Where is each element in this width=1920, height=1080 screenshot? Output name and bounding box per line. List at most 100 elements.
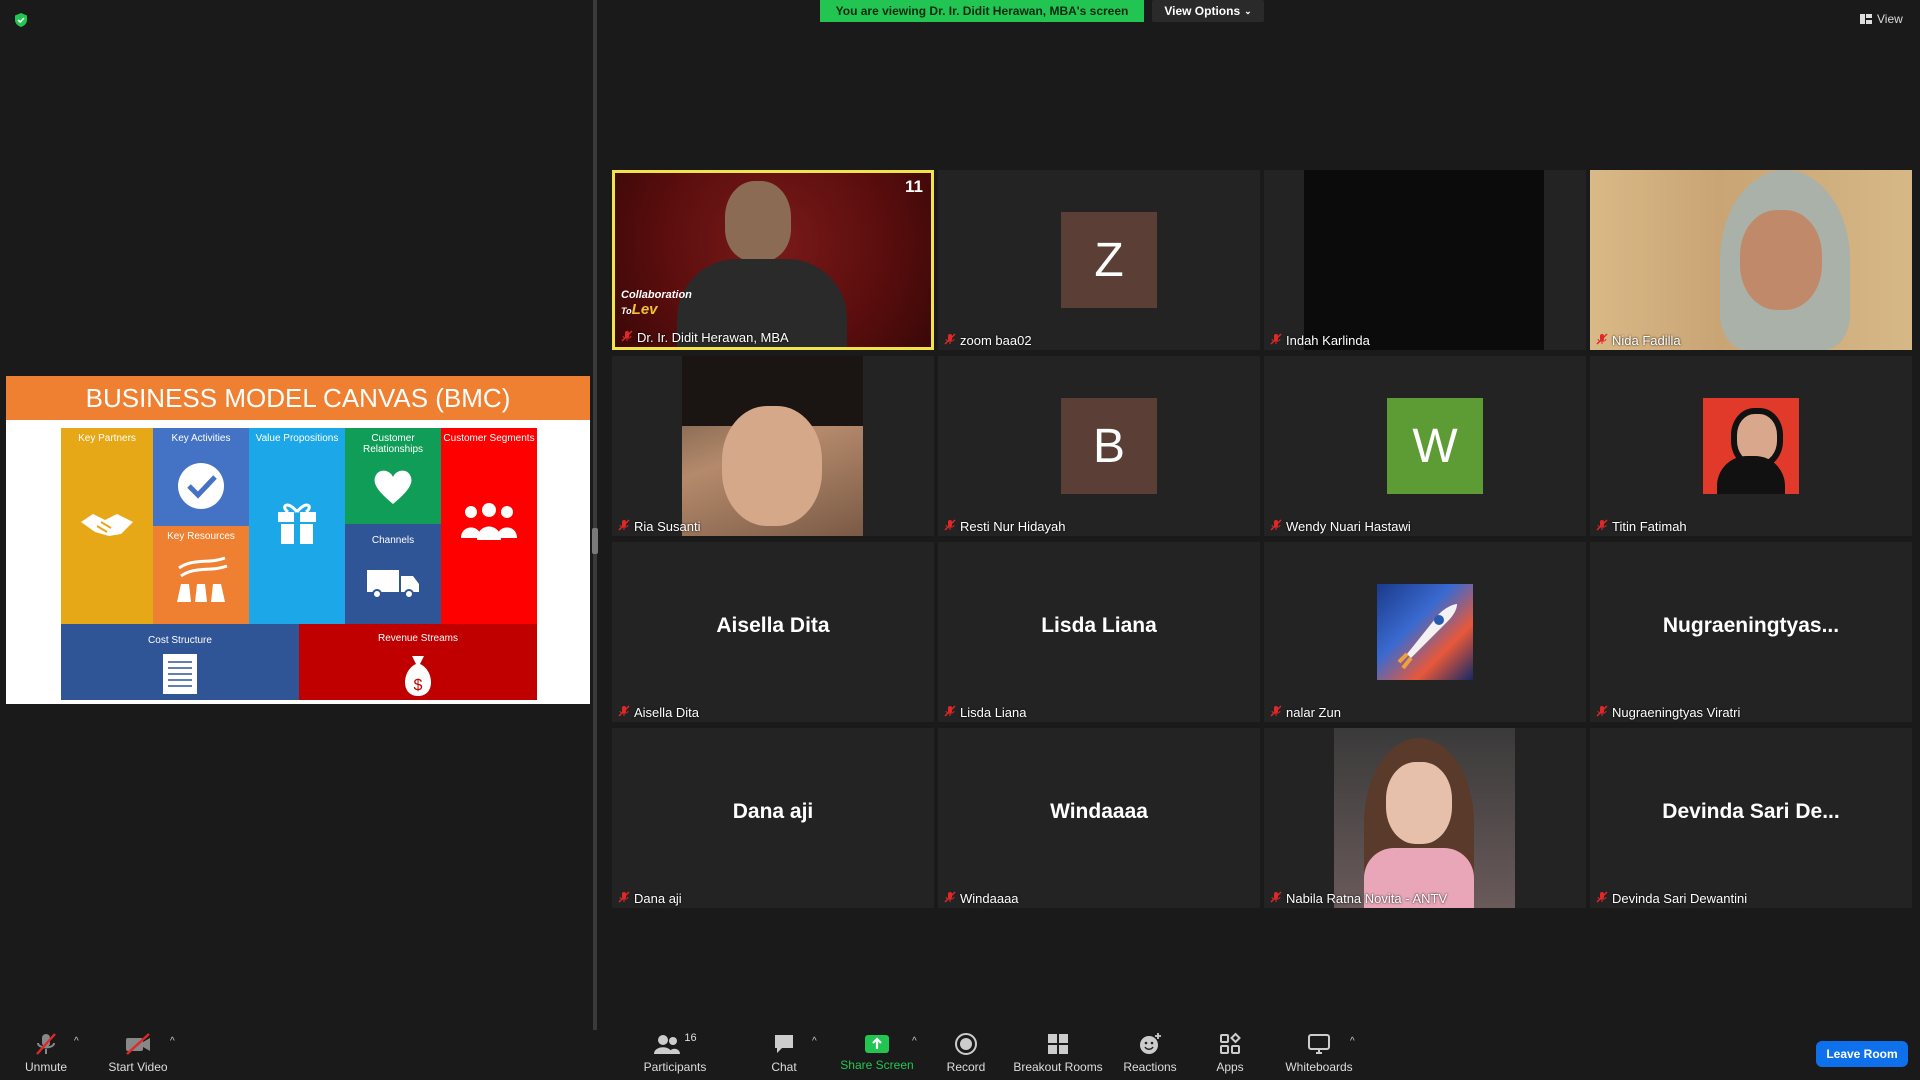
- truck-icon: [367, 570, 419, 599]
- microphone-muted-icon: [618, 705, 630, 720]
- participant-tile[interactable]: Aisella Dita Aisella Dita: [612, 542, 934, 722]
- view-label: View: [1877, 12, 1903, 26]
- microphone-muted-icon: [944, 705, 956, 720]
- participant-tile[interactable]: nalar Zun: [1264, 542, 1586, 722]
- profile-photo: [1703, 398, 1799, 494]
- participant-name-label: zoom baa02: [944, 333, 1032, 348]
- grid-view-icon: [1860, 14, 1872, 24]
- participant-name: Nabila Ratna Novita - ANTV: [1286, 891, 1448, 906]
- chat-bubble-icon: [775, 1035, 793, 1053]
- slide-title: BUSINESS MODEL CANVAS (BMC): [6, 376, 590, 420]
- microphone-muted-icon: [1270, 519, 1282, 534]
- participant-tile[interactable]: Titin Fatimah: [1590, 356, 1912, 536]
- participant-tile[interactable]: Lisda Liana Lisda Liana: [938, 542, 1260, 722]
- customer-segments-label: Customer Segments: [443, 433, 535, 444]
- splitter-handle[interactable]: [592, 528, 598, 554]
- microphone-muted-icon: [944, 519, 956, 534]
- participants-button[interactable]: 16 Participants: [640, 1030, 710, 1080]
- participant-name-label: Dr. Ir. Didit Herawan, MBA: [621, 330, 789, 345]
- share-screen-button[interactable]: Share Screen: [840, 1030, 914, 1080]
- microphone-muted-icon: [618, 519, 630, 534]
- money-bag-icon: $: [405, 656, 431, 696]
- participant-tile[interactable]: Ria Susanti: [612, 356, 934, 536]
- participant-tile[interactable]: Dana aji Dana aji: [612, 728, 934, 908]
- breakout-rooms-button[interactable]: Breakout Rooms: [1013, 1030, 1103, 1080]
- participant-tile[interactable]: Nida Fadilla: [1590, 170, 1912, 350]
- video-feed: Collaboration ToLev 11: [615, 173, 931, 347]
- participant-tile[interactable]: Collaboration ToLev 11 Dr. Ir. Didit Hera…: [612, 170, 934, 350]
- participant-name: Devinda Sari Dewantini: [1612, 891, 1748, 906]
- overlay-text: Collaboration ToLev: [621, 289, 692, 318]
- microphone-muted-icon: [1270, 333, 1282, 348]
- start-video-button[interactable]: Start Video: [106, 1030, 170, 1080]
- video-feed: [1304, 170, 1544, 350]
- reactions-button[interactable]: Reactions: [1122, 1030, 1178, 1080]
- avatar: W: [1387, 398, 1483, 494]
- share-options-caret-icon[interactable]: ^: [912, 1036, 917, 1047]
- participant-tile[interactable]: Nabila Ratna Novita - ANTV: [1264, 728, 1586, 908]
- participant-tile[interactable]: Z zoom baa02: [938, 170, 1260, 350]
- unmute-label: Unmute: [24, 1060, 68, 1074]
- anniversary-badge: 11: [905, 177, 923, 196]
- whiteboards-options-caret-icon[interactable]: ^: [1350, 1036, 1355, 1047]
- bmc-revenue-streams: Revenue Streams $: [299, 624, 537, 700]
- video-feed: [682, 356, 863, 536]
- view-button[interactable]: View: [1860, 10, 1903, 28]
- participant-tile[interactable]: W Wendy Nuari Hastawi: [1264, 356, 1586, 536]
- revenue-streams-label: Revenue Streams: [377, 633, 459, 644]
- avatar: B: [1061, 398, 1157, 494]
- participant-name-label: Resti Nur Hidayah: [944, 519, 1066, 534]
- record-button[interactable]: Record: [946, 1030, 986, 1080]
- chat-label: Chat: [771, 1060, 797, 1074]
- apps-icon: [1220, 1032, 1241, 1054]
- participant-name-label: Nida Fadilla: [1596, 333, 1681, 348]
- checkmark-circle-icon: [178, 463, 224, 509]
- people-group-icon: [461, 503, 517, 540]
- participant-tile[interactable]: Devinda Sari De... Devinda Sari Dewantin…: [1590, 728, 1912, 908]
- microphone-muted-icon: [944, 333, 956, 348]
- cost-structure-label: Cost Structure: [148, 635, 212, 646]
- view-options-button[interactable]: View Options ⌄: [1152, 0, 1264, 22]
- microphone-muted-icon: [1270, 705, 1282, 720]
- whiteboards-label: Whiteboards: [1285, 1060, 1353, 1074]
- participant-name: Dana aji: [634, 891, 682, 906]
- participant-tile[interactable]: B Resti Nur Hidayah: [938, 356, 1260, 536]
- participant-name: Resti Nur Hidayah: [960, 519, 1066, 534]
- microphone-muted-icon: [1596, 519, 1608, 534]
- breakout-rooms-label: Breakout Rooms: [1013, 1060, 1103, 1074]
- video-options-caret-icon[interactable]: ^: [170, 1036, 175, 1047]
- audio-options-caret-icon[interactable]: ^: [74, 1036, 79, 1047]
- rocket-icon: [1397, 604, 1457, 670]
- participant-name: Aisella Dita: [634, 705, 700, 720]
- value-propositions-label: Value Propositions: [255, 433, 339, 444]
- microphone-muted-icon: [1270, 891, 1282, 906]
- whiteboards-button[interactable]: Whiteboards: [1282, 1030, 1356, 1080]
- participants-count: 16: [684, 1032, 697, 1044]
- panel-splitter[interactable]: [593, 0, 597, 1030]
- participant-tile[interactable]: Nugraeningtyas... Nugraeningtyas Viratri: [1590, 542, 1912, 722]
- viewing-screen-banner: You are viewing Dr. Ir. Didit Herawan, M…: [820, 0, 1144, 22]
- participant-tile[interactable]: Windaaaa Windaaaa: [938, 728, 1260, 908]
- microphone-muted-icon: [1596, 705, 1608, 720]
- apps-button[interactable]: Apps: [1212, 1030, 1248, 1080]
- bmc-key-resources: Key Resources: [153, 526, 249, 624]
- key-resources-label: Key Resources: [167, 531, 235, 542]
- person-silhouette: [725, 181, 791, 261]
- participant-name: Lisda Liana: [960, 705, 1027, 720]
- participant-name-label: Nugraeningtyas Viratri: [1596, 705, 1740, 720]
- participant-name-label: Indah Karlinda: [1270, 333, 1370, 348]
- key-activities-label: Key Activities: [171, 433, 231, 444]
- unmute-button[interactable]: Unmute: [22, 1030, 70, 1080]
- security-shield-icon[interactable]: [13, 12, 29, 28]
- breakout-rooms-icon: [1048, 1034, 1068, 1054]
- leave-room-button[interactable]: Leave Room: [1816, 1041, 1908, 1067]
- participants-icon: [654, 1035, 681, 1054]
- chat-button[interactable]: Chat: [766, 1030, 802, 1080]
- participant-display-name: Lisda Liana: [1041, 614, 1157, 637]
- chat-options-caret-icon[interactable]: ^: [812, 1036, 817, 1047]
- gift-icon: [278, 503, 316, 544]
- start-video-label: Start Video: [108, 1060, 168, 1074]
- microphone-muted-icon: [1596, 891, 1608, 906]
- participant-tile[interactable]: Indah Karlinda: [1264, 170, 1586, 350]
- participant-name: Nida Fadilla: [1612, 333, 1681, 348]
